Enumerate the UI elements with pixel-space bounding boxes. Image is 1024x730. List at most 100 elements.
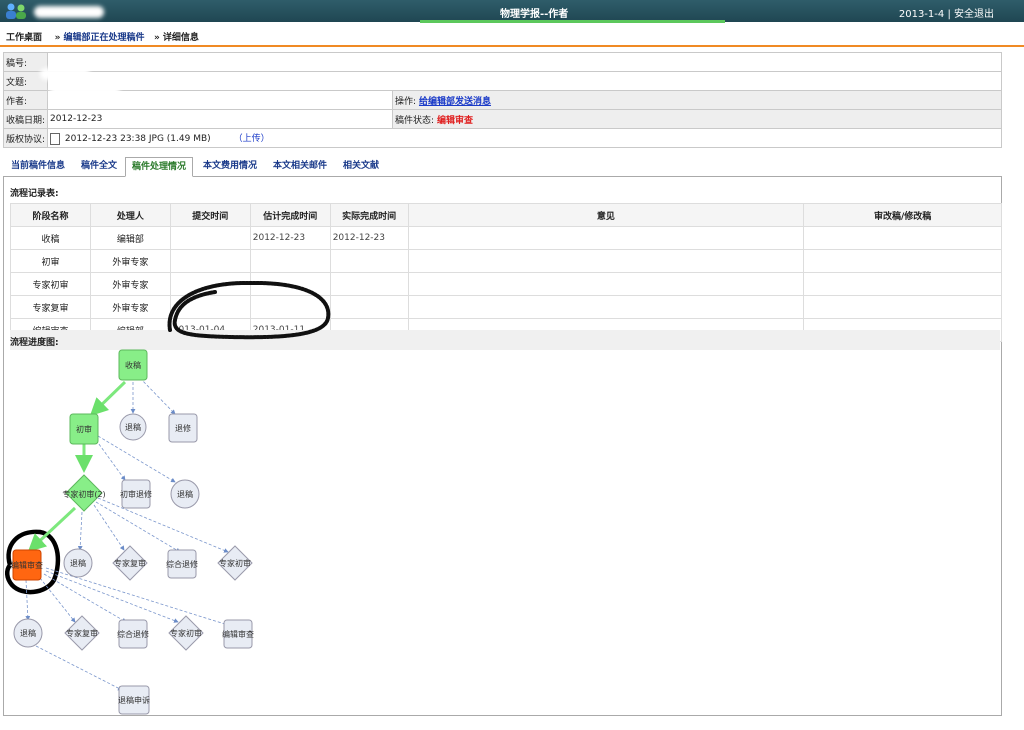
cell-submit [169, 226, 251, 250]
tab-current-info[interactable]: 当前稿件信息 [5, 157, 71, 175]
edge-received-initial [89, 380, 127, 417]
flow-records-title: 流程记录表: [10, 189, 59, 199]
cell-revision [803, 272, 1002, 296]
tab-processing[interactable]: 稿件处理情况 [125, 157, 194, 177]
edge [97, 497, 229, 553]
col-actual: 实际完成时间 [329, 203, 409, 227]
manuscript-info-table: 稿号: 文题: 作者: 操作: 给编辑部发送消息 收稿日期: 2012-12-2… [2, 52, 1002, 148]
col-handler: 处理人 [89, 203, 171, 227]
received-label: 收稿日期: [2, 109, 49, 129]
node-label: 专家初审 [170, 628, 202, 638]
send-message-link[interactable]: 给编辑部发送消息 [419, 97, 491, 107]
edge [77, 511, 83, 551]
redacted-title [40, 68, 90, 80]
edge [139, 377, 176, 415]
manuscript-no-value [47, 52, 1002, 72]
action-label: 操作: [395, 96, 417, 107]
edge-expert-editor [27, 506, 77, 553]
node-label: 退稿 [125, 422, 141, 432]
copyright-file-link[interactable]: 2012-12-23 23:38 JPG (1.49 MB) [65, 134, 211, 144]
breadcrumb: 工作桌面 » 编辑部正在处理稿件 » 详细信息 [6, 30, 199, 43]
cell-handler: 外审专家 [89, 249, 171, 273]
node-label: 综合退修 [117, 629, 149, 639]
node-label: 退稿 [177, 489, 193, 499]
cell-submit [169, 249, 251, 273]
upload-link[interactable]: （上传） [234, 134, 270, 144]
cell-actual [329, 295, 409, 319]
cell-actual [329, 272, 409, 296]
node-label: 初审 [76, 424, 92, 434]
node-combined-revise2[interactable]: 综合退修 [117, 619, 149, 649]
redacted-user [34, 6, 104, 18]
node-reject3[interactable]: 退稿 [63, 548, 93, 578]
node-reject4[interactable]: 退稿 [13, 618, 43, 648]
cell-estimate [249, 272, 331, 296]
cell-revision [803, 226, 1002, 250]
cell-handler: 外审专家 [89, 272, 171, 296]
node-reject2[interactable]: 退稿 [170, 479, 200, 509]
col-stage: 阶段名称 [10, 203, 91, 227]
breadcrumb-sep: » [153, 33, 160, 43]
col-estimate: 估计完成时间 [249, 203, 331, 227]
cell-stage: 初审 [10, 249, 91, 273]
cell-stage: 专家初审 [10, 272, 91, 296]
action-cell: 操作: 给编辑部发送消息 [392, 90, 1002, 110]
node-label: 专家复审 [66, 628, 98, 638]
edge [45, 570, 179, 623]
node-initial-revise[interactable]: 初审退修 [120, 479, 152, 509]
cell-opinion [407, 249, 805, 273]
cell-handler: 外审专家 [89, 295, 171, 319]
node-label: 退修 [175, 423, 191, 433]
node-expert-recheck2[interactable]: 专家复审 [64, 615, 100, 651]
cell-actual [329, 249, 409, 273]
breadcrumb-processing[interactable]: 编辑部正在处理稿件 [64, 33, 145, 43]
redacted-author [50, 86, 120, 104]
top-bar: 物理学报--作者 2013-1-4 | 安全退出 [0, 0, 1024, 23]
tab-bar: 当前稿件信息 稿件全文 稿件处理情况 本文费用情况 本文相关邮件 相关文献 [3, 157, 1002, 177]
app-title: 物理学报--作者 [500, 9, 569, 20]
node-label: 综合退修 [166, 559, 198, 569]
logout-link[interactable]: 安全退出 [954, 9, 994, 20]
table-row: 专家初审 外审专家 [10, 272, 1002, 296]
users-logo-icon [6, 3, 26, 19]
breadcrumb-home[interactable]: 工作桌面 [6, 33, 42, 43]
node-expert-recheck1[interactable]: 专家复审 [112, 545, 148, 581]
table-row: 专家复审 外审专家 [10, 295, 1002, 319]
node-received[interactable]: 收稿 [118, 349, 148, 381]
header-separator: | [947, 9, 951, 20]
title-value [47, 71, 1002, 91]
node-label: 专家复审 [114, 558, 146, 568]
cell-estimate: 2012-12-23 [249, 226, 331, 250]
table-header-row: 阶段名称 处理人 提交时间 估计完成时间 实际完成时间 意见 审改稿/修改稿 [10, 203, 1002, 227]
tab-fees[interactable]: 本文费用情况 [197, 157, 263, 175]
tab-emails[interactable]: 本文相关邮件 [267, 157, 333, 175]
node-reject1[interactable]: 退稿 [119, 413, 147, 441]
node-initial[interactable]: 初审 [69, 413, 99, 445]
col-revision: 审改稿/修改稿 [803, 203, 1002, 227]
cell-estimate [249, 249, 331, 273]
edge [97, 435, 176, 483]
cell-opinion [407, 226, 805, 250]
node-expert-initial[interactable]: 专家初审(2) [62, 474, 106, 512]
tab-fulltext[interactable]: 稿件全文 [75, 157, 123, 175]
node-label: 退稿申诉 [118, 695, 150, 705]
node-expert-initial3[interactable]: 专家初审 [168, 615, 204, 651]
node-reject-appeal[interactable]: 退稿申诉 [118, 685, 150, 715]
copyright-value: 2012-12-23 23:38 JPG (1.49 MB) （上传） [47, 128, 1002, 148]
cell-stage: 收稿 [10, 226, 91, 250]
node-editor-review-current[interactable]: 编辑审查 [11, 549, 43, 581]
node-editor-review2[interactable]: 编辑审查 [222, 619, 254, 649]
node-revise1[interactable]: 退修 [168, 413, 198, 443]
node-combined-revise1[interactable]: 综合退修 [166, 549, 198, 579]
cell-opinion [407, 272, 805, 296]
node-label: 专家初审 [219, 558, 251, 568]
cell-opinion [407, 295, 805, 319]
node-label: 初审退修 [120, 489, 152, 499]
node-expert-initial2[interactable]: 专家初审 [217, 545, 253, 581]
author-label: 作者: [2, 90, 49, 110]
flow-records-table: 阶段名称 处理人 提交时间 估计完成时间 实际完成时间 意见 审改稿/修改稿 收… [10, 203, 1002, 342]
tab-references[interactable]: 相关文献 [337, 157, 385, 175]
col-submit: 提交时间 [169, 203, 251, 227]
received-value: 2012-12-23 [47, 109, 394, 129]
cell-estimate [249, 295, 331, 319]
